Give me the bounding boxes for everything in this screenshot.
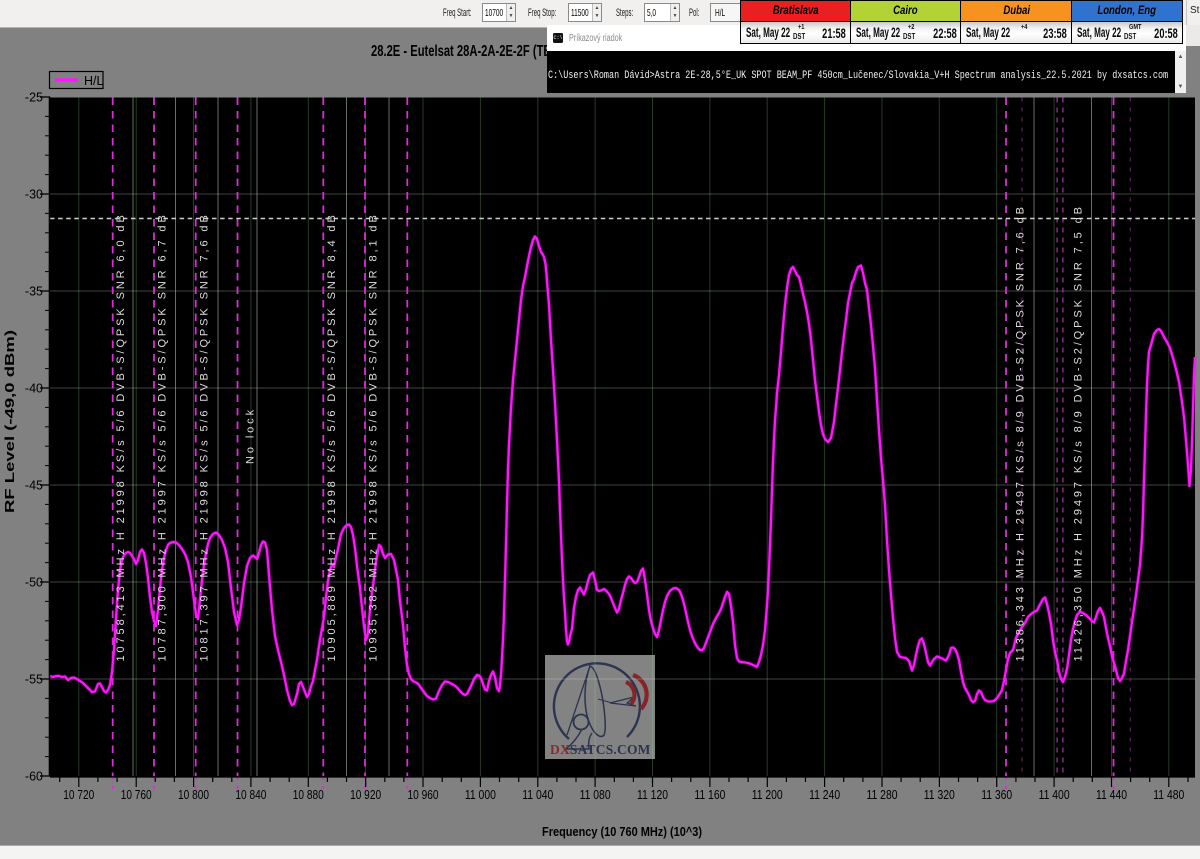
svg-text:Frequency (10 760 MHz) (10^3): Frequency (10 760 MHz) (10^3) bbox=[542, 824, 702, 839]
svg-text:-50: -50 bbox=[25, 576, 43, 590]
svg-text:11 120: 11 120 bbox=[637, 788, 668, 802]
svg-text:-35: -35 bbox=[25, 285, 43, 299]
svg-text:11 400: 11 400 bbox=[1039, 788, 1070, 802]
svg-text:10905,889 MHz H 21998 KS/s: 10905,889 MHz H 21998 KS/s 5/6 DVB-S/QPS… bbox=[326, 212, 338, 661]
svg-text:10 920: 10 920 bbox=[350, 788, 381, 802]
svg-text:11 200: 11 200 bbox=[752, 788, 783, 802]
svg-text:11 320: 11 320 bbox=[924, 788, 955, 802]
svg-text:10935,382 MHz H 21998 KS/s: 10935,382 MHz H 21998 KS/s 5/6 DVB-S/QPS… bbox=[368, 212, 380, 661]
svg-text:11386,343 MHz H 29497 KS/s: 11386,343 MHz H 29497 KS/s 8/9 DVB-S2/QP… bbox=[1015, 204, 1027, 661]
svg-text:11 440: 11 440 bbox=[1096, 788, 1127, 802]
svg-text:11 280: 11 280 bbox=[867, 788, 898, 802]
svg-text:-45: -45 bbox=[25, 479, 43, 493]
svg-text:RF Level (-49,0 dBm): RF Level (-49,0 dBm) bbox=[2, 330, 17, 513]
svg-text:H/L: H/L bbox=[84, 74, 104, 88]
svg-text:DXSATCS.COM: DXSATCS.COM bbox=[550, 742, 651, 757]
svg-text:-55: -55 bbox=[25, 673, 43, 687]
svg-text:No lock: No lock bbox=[245, 407, 257, 464]
svg-text:11 160: 11 160 bbox=[694, 788, 725, 802]
svg-text:10 720: 10 720 bbox=[63, 788, 94, 802]
svg-text:10787,900 MHz H 21997 KS/s: 10787,900 MHz H 21997 KS/s 5/6 DVB-S/QPS… bbox=[157, 212, 169, 661]
svg-text:11 360: 11 360 bbox=[981, 788, 1012, 802]
svg-text:11 480: 11 480 bbox=[1153, 788, 1184, 802]
svg-text:11 240: 11 240 bbox=[809, 788, 840, 802]
svg-text:10 800: 10 800 bbox=[178, 788, 209, 802]
svg-text:-25: -25 bbox=[25, 91, 43, 105]
svg-text:-60: -60 bbox=[25, 770, 43, 784]
svg-text:10 760: 10 760 bbox=[121, 788, 152, 802]
svg-text:10 880: 10 880 bbox=[293, 788, 324, 802]
svg-text:11 000: 11 000 bbox=[465, 788, 496, 802]
svg-text:10 960: 10 960 bbox=[408, 788, 439, 802]
svg-text:11 040: 11 040 bbox=[522, 788, 553, 802]
svg-text:11426,350 MHz H 29497 KS/s: 11426,350 MHz H 29497 KS/s 8/9 DVB-S2/QP… bbox=[1072, 204, 1084, 661]
svg-text:10758,413 MHz H 21998 KS/s: 10758,413 MHz H 21998 KS/s 5/6 DVB-S/QPS… bbox=[115, 212, 127, 661]
svg-text:-30: -30 bbox=[25, 188, 43, 202]
svg-text:10 840: 10 840 bbox=[235, 788, 266, 802]
svg-text:-40: -40 bbox=[25, 382, 43, 396]
svg-text:10817,397 MHz H 21998 KS/s: 10817,397 MHz H 21998 KS/s 5/6 DVB-S/QPS… bbox=[199, 212, 211, 661]
svg-text:11 080: 11 080 bbox=[580, 788, 611, 802]
